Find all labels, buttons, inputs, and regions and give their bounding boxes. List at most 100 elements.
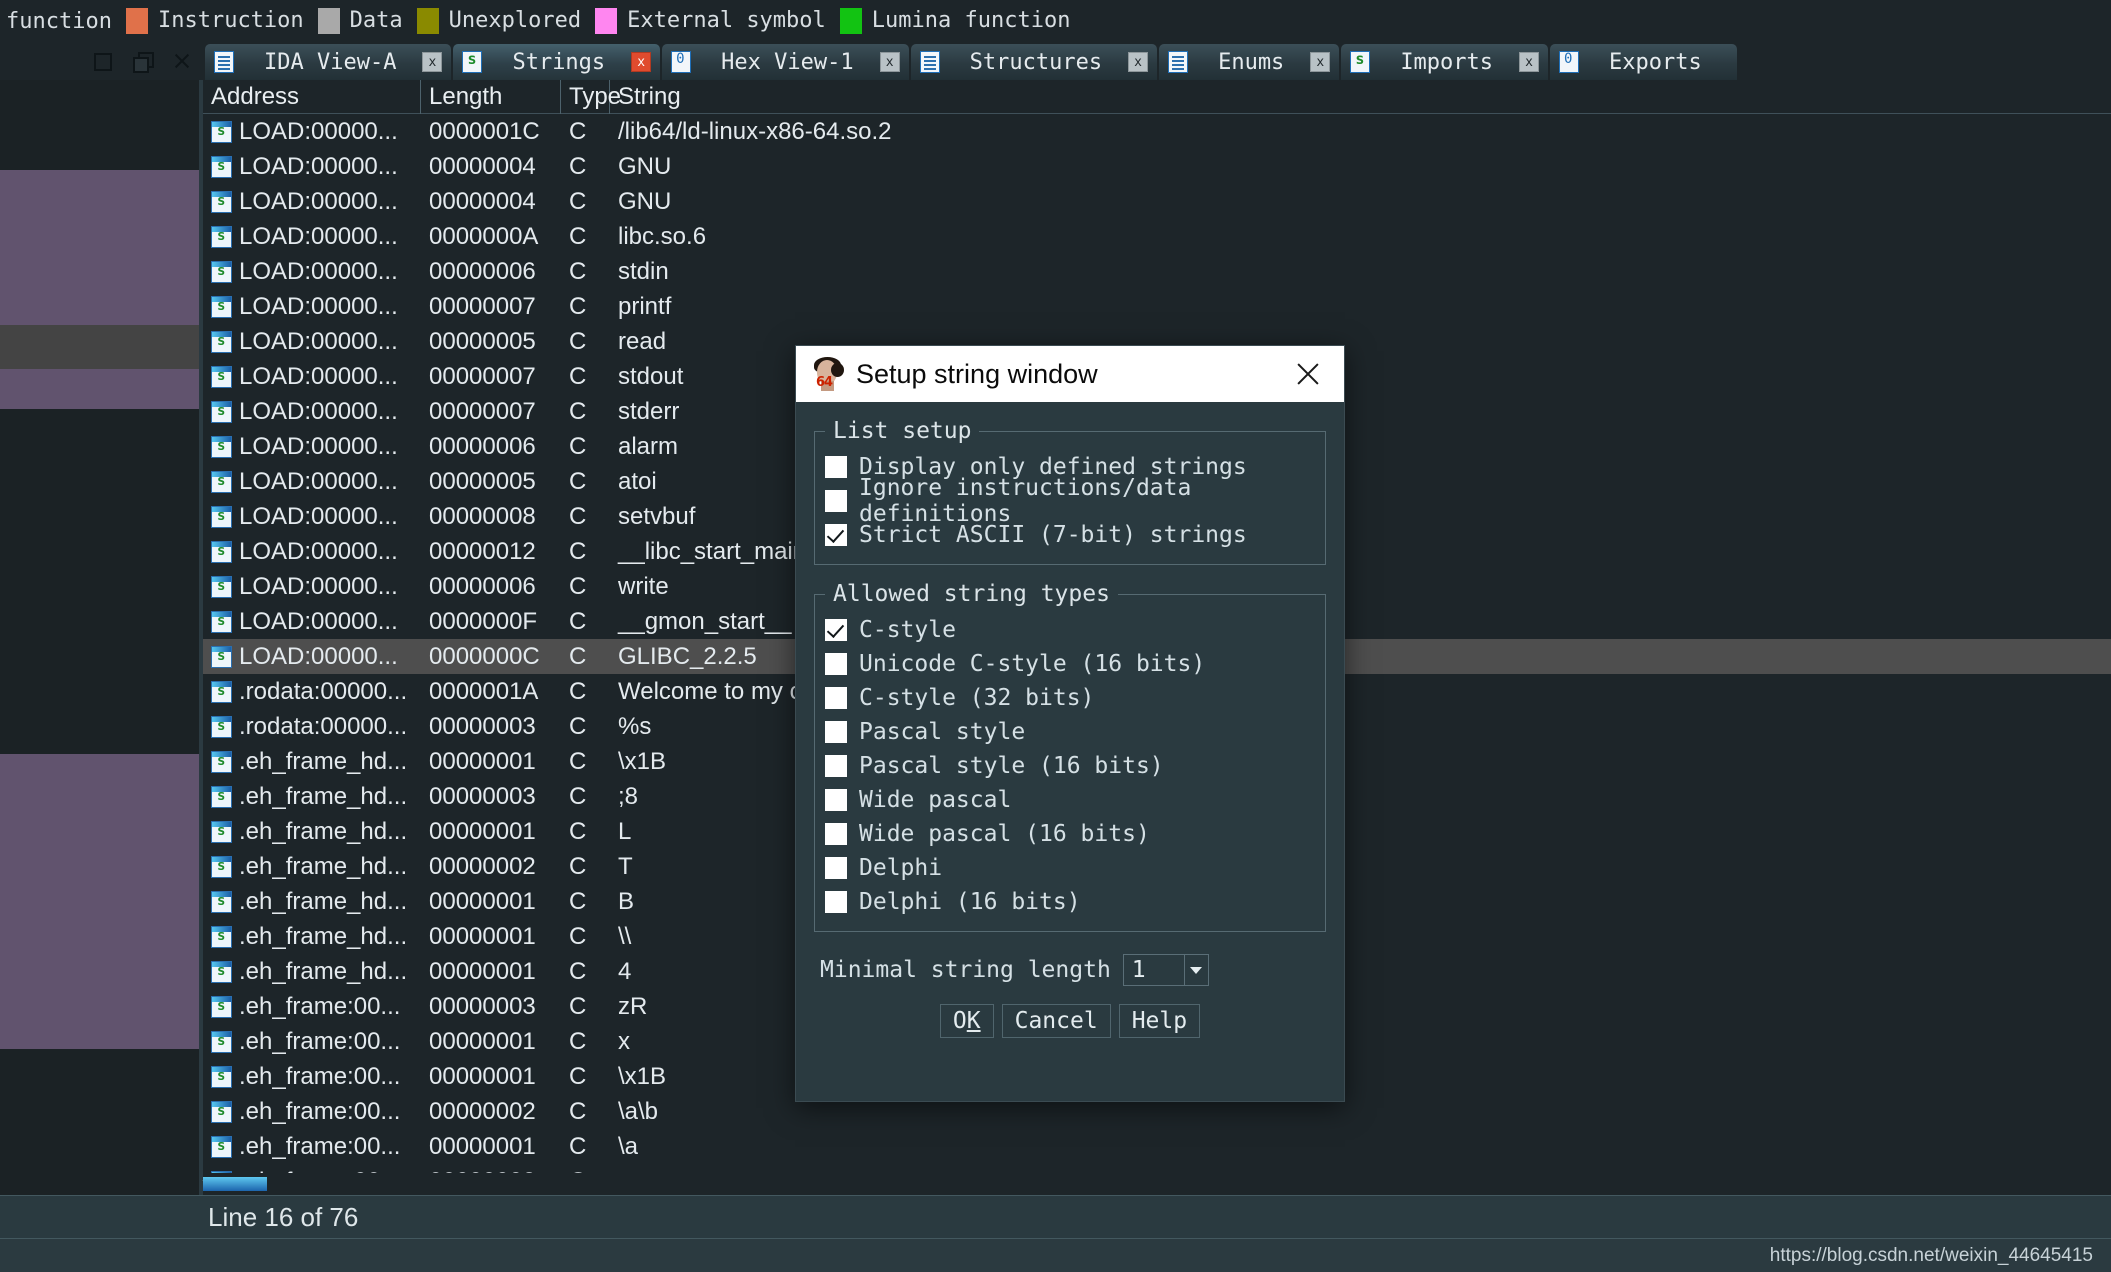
horizontal-scrollbar[interactable]: ◄ [200,1173,2111,1195]
tab-hex-view-1[interactable]: Hex View-1 x [662,44,909,80]
tab-exports[interactable]: Exports [1550,44,1737,80]
cell-length: 00000001 [429,887,536,915]
legend-label-3: External symbol [627,8,826,33]
table-row[interactable]: LOAD:00000... 00000006 Cstdin [203,254,2111,289]
checkbox-unchecked-icon[interactable] [825,687,847,709]
setup-string-window-dialog[interactable]: 64 Setup string window List setup Displa… [795,345,1345,1102]
string-item-icon [211,435,232,458]
cell-length: 00000004 [429,187,536,215]
tab-close-icon[interactable]: x [1128,52,1149,72]
ok-button[interactable]: OK [939,1004,994,1038]
allowed-type-checkbox-1[interactable]: Unicode C-style (16 bits) [825,647,1315,681]
strings-column-header[interactable]: Address Length Type String [203,80,2111,114]
checkbox-unchecked-icon[interactable] [825,653,847,675]
checkbox-unchecked-icon[interactable] [825,857,847,879]
allowed-type-checkbox-7[interactable]: Delphi [825,851,1315,885]
minimal-string-length-combobox[interactable]: 1 [1122,954,1209,986]
checkbox-unchecked-icon[interactable] [825,823,847,845]
mdi-window-controls[interactable] [0,42,205,80]
string-item-icon [211,680,232,703]
checkbox-unchecked-icon[interactable] [825,721,847,743]
allowed-type-checkbox-3[interactable]: Pascal style [825,715,1315,749]
table-row[interactable]: LOAD:00000... 0000000A Clibc.so.6 [203,219,2111,254]
checkbox-checked-icon[interactable] [825,619,847,641]
list-setup-legend: List setup [833,418,972,444]
navigator-bands [0,80,203,1195]
cell-address: .eh_frame_hd... [203,923,421,951]
allowed-type-checkbox-8[interactable]: Delphi (16 bits) [825,885,1315,919]
dialog-title-text: Setup string window [856,358,1098,389]
minimize-icon[interactable] [93,52,112,71]
cell-address-text: .eh_frame:00... [239,1132,401,1160]
tab-strings[interactable]: Strings x [453,44,661,80]
cell-length: 00000007 [429,292,536,320]
allowed-type-checkbox-0[interactable]: C-style [825,613,1315,647]
cell-address-text: .eh_frame_hd... [239,782,408,810]
dialog-title-bar[interactable]: 64 Setup string window [796,346,1344,402]
tab-close-icon[interactable]: x [422,52,443,72]
tab-label: Enums [1218,49,1285,75]
legend-label-1: Data [349,8,403,33]
dialog-button-row[interactable]: OK Cancel Help [814,1004,1326,1038]
cell-address-text: LOAD:00000... [239,152,398,180]
list-setup-options[interactable]: Display only defined strings Ignore instr… [825,450,1315,552]
cell-string: GNU [618,187,672,215]
tabs-container[interactable]: IDA View-AxStringsxHex View-1xStructures… [205,44,1739,80]
tab-close-icon[interactable]: x [879,52,900,72]
help-button[interactable]: Help [1118,1004,1201,1038]
cell-string: \a [618,1132,639,1160]
allowed-type-checkbox-6[interactable]: Wide pascal (16 bits) [825,817,1315,851]
string-item-icon [211,645,232,668]
table-row[interactable]: .eh_frame:00... 00000001 C \a [203,1129,2111,1164]
allowed-string-types-options[interactable]: C-style Unicode C-style (16 bits) C-style … [825,613,1315,919]
string-item-icon [211,365,232,388]
cell-type: C [569,747,587,775]
table-row[interactable]: LOAD:00000... 00000004 C GNU [203,149,2111,184]
tab-imports[interactable]: Imports x [1341,44,1549,80]
tab-structures[interactable]: Structures x [910,44,1158,80]
tab-ida-view-a[interactable]: IDA View-A x [205,44,452,80]
cell-length: 00000003 [429,782,536,810]
restore-icon[interactable] [133,52,154,73]
navigator-legend: function Instruction Data Unexplored Extern… [0,0,2111,42]
tab-close-icon[interactable]: x [1519,52,1540,72]
dialog-body: List setup Display only defined strings I… [796,402,1344,1038]
column-header-address[interactable]: Address [203,80,421,114]
allowed-type-checkbox-4[interactable]: Pascal style (16 bits) [825,749,1315,783]
cell-type: C [569,152,587,180]
close-icon[interactable] [1286,352,1330,396]
cell-address-text: LOAD:00000... [239,502,398,530]
table-row[interactable]: LOAD:00000... 00000004 C GNU [203,184,2111,219]
cancel-button[interactable]: Cancel [1001,1004,1111,1038]
cell-address-text: .eh_frame_hd... [239,887,408,915]
cell-address-text: LOAD:00000... [239,362,398,390]
checkbox-unchecked-icon[interactable] [825,755,847,777]
close-icon[interactable] [173,52,191,70]
cell-length: 00000002 [429,852,536,880]
checkbox-unchecked-icon[interactable] [825,490,847,512]
allowed-type-checkbox-5[interactable]: Wide pascal [825,783,1315,817]
string-item-icon [211,785,232,808]
watermark-text: https://blog.csdn.net/weixin_44645415 [1769,1244,2093,1266]
tab-close-icon[interactable]: x [1310,52,1331,72]
column-header-type[interactable]: Type [561,80,621,114]
list-setup-checkbox-1[interactable]: Ignore instructions/data definitions [825,475,1315,527]
chevron-down-icon[interactable] [1183,955,1208,985]
column-header-length[interactable]: Length [421,80,561,114]
minimal-string-length-label: Minimal string length [820,957,1111,983]
checkbox-checked-icon[interactable] [825,524,847,546]
column-header-string[interactable]: String [610,80,2111,114]
checkbox-unchecked-icon[interactable] [825,789,847,811]
cell-type: C [569,607,587,635]
checkbox-unchecked-icon[interactable] [825,456,847,478]
table-row[interactable]: LOAD:00000... 0000001C C/lib64/ld-linux-x8… [203,114,2111,149]
allowed-type-checkbox-2[interactable]: C-style (32 bits) [825,681,1315,715]
tab-close-icon[interactable]: x [631,52,652,72]
checkbox-unchecked-icon[interactable] [825,891,847,913]
scrollbar-thumb[interactable] [203,1177,267,1191]
cell-address: LOAD:00000... [203,468,421,496]
list-setup-checkbox-2[interactable]: Strict ASCII (7-bit) strings [825,518,1315,552]
table-row[interactable]: LOAD:00000... 00000007 Cprintf [203,289,2111,324]
view-tab-bar[interactable]: IDA View-AxStringsxHex View-1xStructures… [0,42,2111,80]
tab-enums[interactable]: Enums x [1159,44,1340,80]
